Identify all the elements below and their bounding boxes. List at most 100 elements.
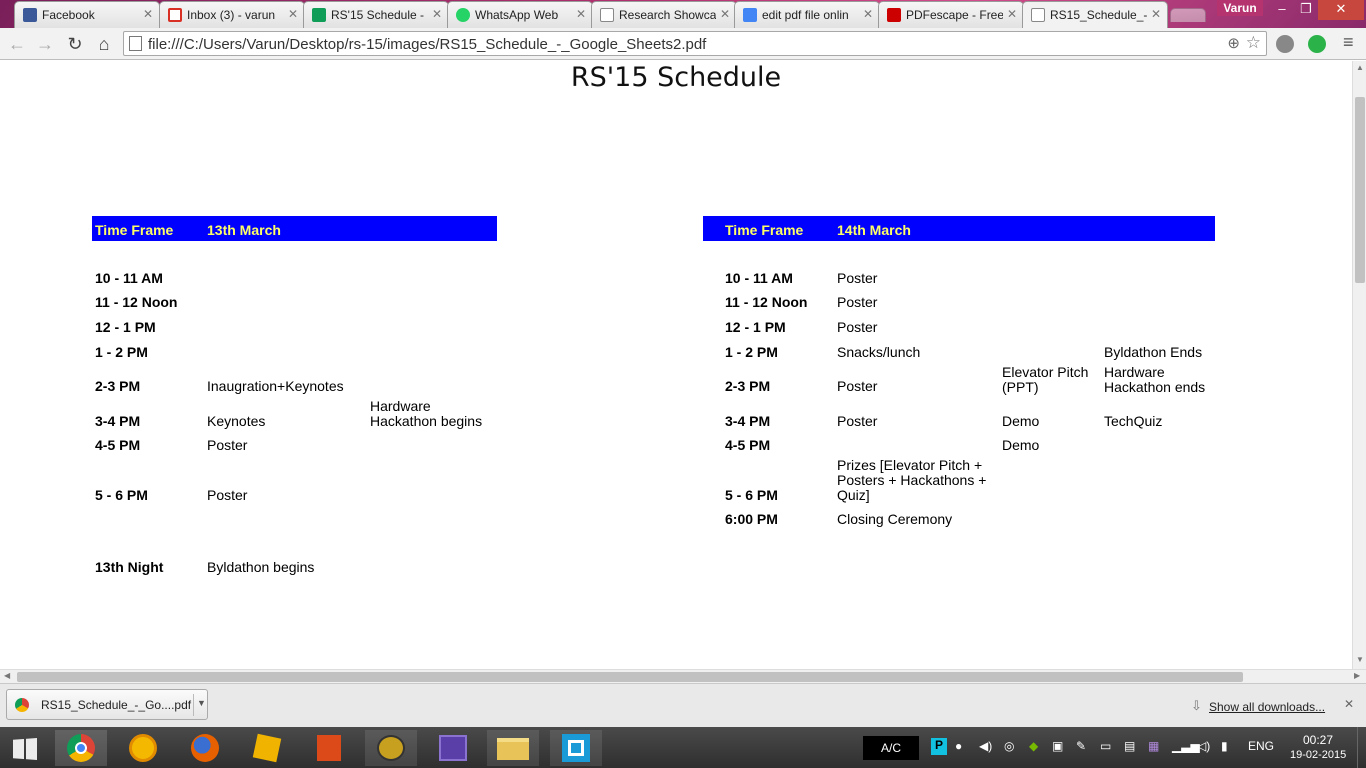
tab-whatsapp[interactable]: WhatsApp Web ✕ [447,1,593,28]
tab-label: Facebook [42,8,95,22]
day1-time: 2-3 PM [95,378,141,394]
close-icon[interactable]: ✕ [143,7,153,21]
scroll-right-icon[interactable]: ▶ [1354,671,1360,680]
day1-event: Byldathon begins [207,559,315,575]
close-icon[interactable]: ✕ [720,7,730,21]
address-bar[interactable]: file:///C:/Users/Varun/Desktop/rs-15/ima… [123,31,1267,56]
vertical-scrollbar[interactable]: ▲ ▼ [1352,61,1366,669]
chevron-down-icon[interactable]: ▼ [193,694,206,716]
scroll-thumb[interactable] [1355,97,1365,283]
browser-tab-strip: Facebook ✕ Inbox (3) - varun ✕ RS'15 Sch… [0,0,1366,28]
home-icon[interactable]: ⌂ [93,33,115,55]
day1-time: 4-5 PM [95,437,141,453]
download-bar: RS15_Schedule_-_Go....pdf ▼ ⇩ Show all d… [0,683,1366,727]
show-all-downloads-link[interactable]: Show all downloads... [1209,700,1325,714]
tab-pdfescape[interactable]: PDFescape - Free ✕ [878,1,1024,28]
firefox-icon[interactable] [179,730,231,766]
tray-app-icon[interactable]: ▤ [1124,739,1135,753]
tab-edit-pdf[interactable]: edit pdf file onlin ✕ [734,1,880,28]
tab-research-showcase[interactable]: Research Showca ✕ [591,1,737,28]
forward-arrow-icon[interactable]: → [34,33,56,55]
volume-icon[interactable]: ◀) [979,739,992,753]
file-explorer-icon[interactable] [487,730,539,766]
day1-event: Poster [207,437,248,453]
show-desktop-button[interactable] [1357,727,1366,768]
speaker-icon[interactable]: ◁) [1197,739,1210,753]
app-bracket-icon[interactable] [550,730,602,766]
menu-icon[interactable]: ≡ [1343,32,1354,53]
clock-time[interactable]: 00:27 [1303,733,1333,747]
close-icon[interactable]: ✕ [1151,7,1161,21]
tab-label: Research Showca [619,8,716,22]
nvidia-icon[interactable]: ◆ [1029,739,1038,753]
page-icon [600,8,614,22]
app-cube-icon[interactable] [241,730,293,766]
tray-app-icon[interactable]: ▦ [1148,739,1159,753]
extension-icon[interactable] [1276,35,1294,53]
day2-event: Closing Ceremony [837,511,953,527]
day2-event: Poster [837,294,878,310]
gmail-icon [168,8,182,22]
tab-rs15-pdf-active[interactable]: RS15_Schedule_- ✕ [1022,1,1168,28]
office-icon[interactable] [303,730,355,766]
tab-label: RS'15 Schedule - [331,8,425,22]
new-tab-button[interactable] [1170,8,1206,22]
close-window-icon[interactable]: ✕ [1318,0,1364,20]
tab-rs15-sheets[interactable]: RS'15 Schedule - ✕ [303,1,449,28]
app-circle-icon[interactable] [117,730,169,766]
reload-icon[interactable]: ↻ [64,33,86,55]
language-indicator[interactable]: ENG [1248,739,1274,753]
steam-icon[interactable]: ◎ [1004,739,1014,753]
url-text: file:///C:/Users/Varun/Desktop/rs-15/ima… [148,36,707,53]
close-icon[interactable]: ✕ [863,7,873,21]
ac-indicator[interactable]: A/C [863,736,919,760]
day2-time: 4-5 PM [725,437,771,453]
day2-event: Poster [837,413,878,429]
close-icon[interactable]: ✕ [1007,7,1017,21]
day1-event: Hardware Hackathon begins [370,398,483,429]
download-item[interactable]: RS15_Schedule_-_Go....pdf ▼ [6,689,208,720]
day2-event: Poster [837,270,878,286]
battery-icon[interactable]: ▮ [1221,739,1228,753]
day2-event: Elevator Pitch (PPT) [1002,364,1089,395]
back-arrow-icon[interactable]: ← [6,33,28,55]
tray-p-icon[interactable]: P [931,738,947,755]
extension-green-icon[interactable] [1308,35,1326,53]
close-icon[interactable]: ✕ [576,7,586,21]
clock-date[interactable]: 19-02-2015 [1290,749,1346,761]
zoom-icon[interactable]: ⊕ [1227,34,1240,52]
start-icon[interactable] [0,730,52,766]
whatsapp-icon [456,8,470,22]
close-icon[interactable]: ✕ [288,7,298,21]
chrome-icon[interactable] [55,730,107,766]
browser-toolbar: ← → ↻ ⌂ file:///C:/Users/Varun/Desktop/r… [0,28,1366,60]
scroll-down-icon[interactable]: ▼ [1356,655,1364,664]
day2-time: 2-3 PM [725,378,771,394]
monitor-icon[interactable]: ▭ [1100,739,1111,753]
scroll-thumb[interactable] [17,672,1243,682]
tab-gmail[interactable]: Inbox (3) - varun ✕ [159,1,305,28]
calendar-icon[interactable] [427,730,479,766]
tab-label: RS15_Schedule_- [1050,8,1147,22]
bookmark-star-icon[interactable]: ☆ [1246,33,1261,53]
close-icon[interactable]: ✕ [432,7,442,21]
scroll-up-icon[interactable]: ▲ [1356,63,1364,72]
scroll-left-icon[interactable]: ◀ [4,671,10,680]
app-globe-icon[interactable] [365,730,417,766]
minimize-icon[interactable]: – [1270,0,1294,20]
day1-time: 1 - 2 PM [95,344,148,360]
day1-header: Time Frame 13th March [92,216,497,241]
page-icon [1031,8,1045,22]
user-profile-badge[interactable]: Varun [1217,0,1263,16]
tray-app-icon[interactable]: ● [955,739,962,753]
restore-icon[interactable]: ❐ [1294,0,1318,20]
day1-time: 10 - 11 AM [95,270,163,286]
close-icon[interactable]: ✕ [1344,697,1354,711]
tray-app-icon[interactable]: ✎ [1076,739,1086,753]
network-signal-icon[interactable]: ▁▃▅ [1172,739,1200,753]
tab-facebook[interactable]: Facebook ✕ [14,1,160,28]
tray-app-icon[interactable]: ▣ [1052,739,1063,753]
horizontal-scrollbar[interactable]: ◀ ▶ [0,669,1366,683]
day2-time: 1 - 2 PM [725,344,778,360]
header-day: 14th March [837,222,911,238]
